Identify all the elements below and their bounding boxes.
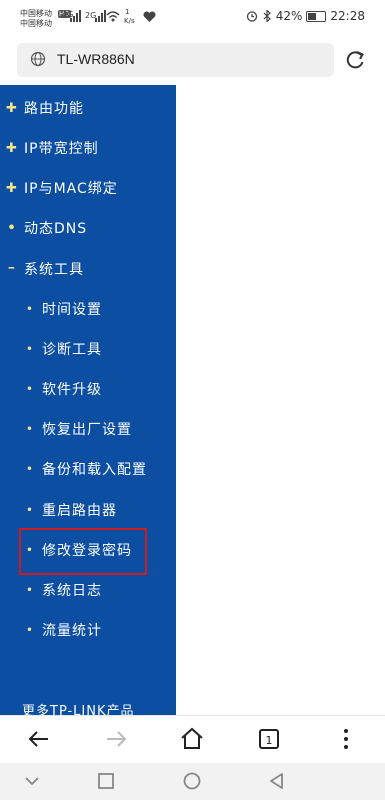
expand-icon: ✚ [6, 100, 18, 116]
address-bar[interactable]: TL-WR886N [17, 43, 334, 77]
bullet-icon: • [26, 303, 34, 315]
submenu-label: 流量统计 [42, 623, 102, 639]
alarm-icon [246, 11, 257, 22]
submenu-firmware-upgrade[interactable]: • 软件升级 [24, 377, 102, 401]
more-products-link[interactable]: 更多TP-LINK产品 [22, 697, 135, 716]
menu-item-ddns[interactable]: • 动态DNS [6, 216, 87, 240]
submenu-label: 重启路由器 [42, 503, 117, 519]
wifi-icon [106, 11, 120, 22]
submenu-time-settings[interactable]: • 时间设置 [24, 297, 102, 321]
bullet-icon: • [7, 220, 17, 236]
carrier-1: 中国移动 [20, 9, 52, 18]
bullet-icon: • [26, 383, 34, 395]
expand-icon: ✚ [6, 180, 18, 196]
submenu-label: 恢复出厂设置 [42, 422, 132, 438]
back-arrow-icon[interactable] [26, 726, 52, 752]
menu-item-label: IP带宽控制 [24, 141, 99, 157]
submenu-traffic-stats[interactable]: • 流量统计 [24, 618, 102, 642]
bullet-icon: • [26, 423, 34, 435]
expand-icon: ✚ [6, 140, 18, 156]
status-bar: 中国移动 中国移动 HD 4G 2G 1 K/s 42% 22:28 [0, 0, 385, 34]
forward-arrow-icon[interactable] [103, 726, 129, 752]
menu-item-label: IP与MAC绑定 [24, 181, 118, 197]
reload-icon[interactable] [344, 49, 366, 71]
submenu-label: 备份和载入配置 [42, 462, 147, 478]
submenu-label: 软件升级 [42, 382, 102, 398]
more-vert-icon[interactable] [333, 726, 359, 752]
home-icon[interactable] [179, 726, 205, 752]
bullet-icon: • [26, 624, 34, 636]
speed-value: 1 [125, 8, 130, 16]
nav-recents-icon[interactable] [96, 771, 116, 791]
submenu-label: 诊断工具 [42, 342, 102, 358]
submenu-label: 时间设置 [42, 302, 102, 318]
tabs-icon[interactable]: 1 [256, 726, 282, 752]
bullet-icon: • [26, 343, 34, 355]
menu-item-routing[interactable]: ✚ 路由功能 [6, 96, 84, 120]
collapse-icon: ━ [8, 264, 16, 274]
bluetooth-icon [263, 10, 271, 22]
bullet-icon: • [26, 584, 34, 596]
bullet-icon: • [26, 504, 34, 516]
carrier-2: 中国移动 [20, 19, 52, 28]
menu-item-system-tools[interactable]: ━ 系统工具 [6, 257, 84, 281]
battery-percent: 42% [275, 9, 303, 23]
more-products-label: 更多TP-LINK产品 [22, 703, 135, 716]
nav-back-icon[interactable] [267, 771, 287, 791]
url-text: TL-WR886N [57, 51, 135, 67]
submenu-diagnostics[interactable]: • 诊断工具 [24, 337, 102, 361]
submenu-system-log[interactable]: • 系统日志 [24, 578, 102, 602]
submenu-label: 系统日志 [42, 583, 102, 599]
submenu-backup-restore[interactable]: • 备份和载入配置 [24, 457, 147, 481]
globe-icon [30, 51, 46, 67]
router-menu-sidebar: ✚ 路由功能 ✚ IP带宽控制 ✚ IP与MAC绑定 • 动态DNS ━ 系统工… [0, 85, 176, 715]
signal-icon [70, 10, 81, 22]
clock: 22:28 [330, 9, 365, 23]
menu-item-label: 动态DNS [24, 221, 88, 237]
menu-item-label: 路由功能 [24, 101, 84, 117]
nav-collapse-icon[interactable] [22, 771, 42, 791]
nav-home-icon[interactable] [182, 771, 202, 791]
submenu-factory-reset[interactable]: • 恢复出厂设置 [24, 417, 132, 441]
heart-health-icon [143, 11, 156, 22]
menu-item-ip-mac-binding[interactable]: ✚ IP与MAC绑定 [6, 176, 118, 200]
system-nav-bar [0, 763, 385, 800]
browser-toolbar: 1 [0, 715, 385, 764]
svg-text:1: 1 [266, 734, 273, 747]
menu-item-label: 系统工具 [24, 262, 84, 278]
submenu-reboot-router[interactable]: • 重启路由器 [24, 498, 117, 522]
highlight-box [19, 528, 147, 575]
bullet-icon: • [26, 463, 34, 475]
speed-unit: K/s [124, 17, 135, 25]
battery-icon [306, 10, 327, 22]
menu-item-ip-bandwidth[interactable]: ✚ IP带宽控制 [6, 136, 99, 160]
